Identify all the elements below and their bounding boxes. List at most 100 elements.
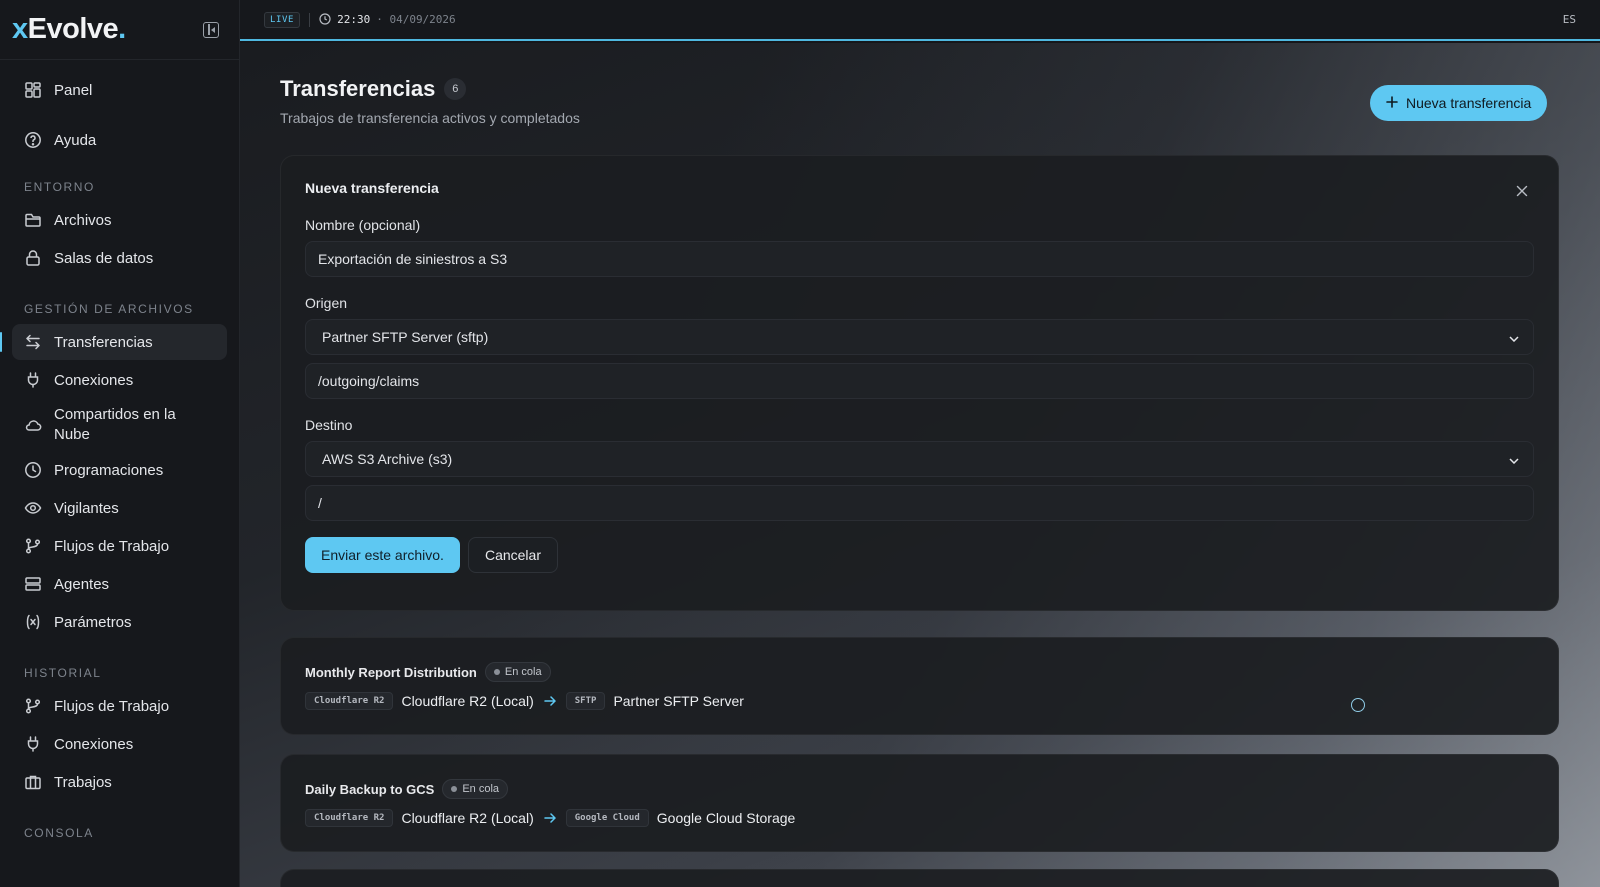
name-input-value: Exportación de siniestros a S3 <box>318 251 508 267</box>
sidebar-item-vigilantes[interactable]: Vigilantes <box>12 490 227 526</box>
chevron-down-icon <box>1509 329 1519 345</box>
sidebar-item-label: Compartidos en la Nube <box>54 406 176 443</box>
current-time: 22:30 <box>337 13 371 26</box>
current-date: · 04/09/2026 <box>376 13 456 26</box>
logo-dot: . <box>118 13 126 45</box>
sidebar-item-trabajos[interactable]: Trabajos <box>12 764 227 800</box>
destination-name: Partner SFTP Server <box>613 693 744 709</box>
sidebar-item-agentes[interactable]: Agentes <box>12 566 227 602</box>
sidebar-item-historial-conexiones[interactable]: Conexiones <box>12 726 227 762</box>
page-subtitle: Trabajos de transferencia activos y comp… <box>280 110 580 126</box>
destination-type-tag: SFTP <box>565 692 606 710</box>
divider <box>309 12 311 27</box>
origin-label: Origen <box>305 295 348 311</box>
logo[interactable]: xEvolve. <box>12 13 126 46</box>
live-badge: LIVE <box>264 11 301 28</box>
destination-select-value: AWS S3 Archive (s3) <box>322 451 453 467</box>
page-header: Transferencias 6 Trabajos de transferenc… <box>280 76 580 126</box>
transfer-route: Cloudflare R2 Cloudflare R2 (Local) SFTP… <box>305 692 1534 710</box>
loading-spinner-icon <box>1351 698 1365 712</box>
sidebar-item-transferencias[interactable]: Transferencias <box>0 324 227 360</box>
plug-icon <box>24 371 42 389</box>
sidebar-item-flujos[interactable]: Flujos de Trabajo <box>12 528 227 564</box>
sidebar-item-ayuda[interactable]: Ayuda <box>12 122 227 158</box>
transfer-card[interactable]: Daily Backup to GCS En cola Cloudflare R… <box>280 754 1559 852</box>
origin-path-input[interactable]: /outgoing/claims <box>305 363 1534 399</box>
destination-label: Destino <box>305 417 353 433</box>
sidebar-item-conexiones[interactable]: Conexiones <box>12 362 227 398</box>
sidebar-item-salas-de-datos[interactable]: Salas de datos <box>12 240 227 276</box>
name-input[interactable]: Exportación de siniestros a S3 <box>305 241 1534 277</box>
plug-icon <box>24 735 42 753</box>
transfer-route: Cloudflare R2 Cloudflare R2 (Local) Goog… <box>305 809 1534 827</box>
sidebar-item-label: Vigilantes <box>54 499 119 517</box>
section-label-historial: HISTORIAL <box>24 666 102 680</box>
language-switcher[interactable]: ES <box>1563 13 1576 26</box>
sidebar-item-label: Flujos de Trabajo <box>54 697 170 715</box>
status-text: En cola <box>504 666 542 678</box>
transfer-name: Daily Backup to GCS <box>305 781 435 797</box>
submit-button[interactable]: Enviar este archivo. <box>305 537 460 573</box>
sidebar-item-archivos[interactable]: Archivos <box>12 202 227 238</box>
destination-type-tag: Google Cloud <box>565 809 649 827</box>
section-label-consola: CONSOLA <box>24 826 94 840</box>
sidebar: xEvolve. Panel Ayuda ENTORNO Archivos Sa… <box>0 0 240 887</box>
sidebar-item-label: Archivos <box>54 211 112 229</box>
origin-select[interactable]: Partner SFTP Server (sftp) <box>305 319 1534 355</box>
source-name: Cloudflare R2 (Local) <box>401 810 534 826</box>
logo-name: Evolve <box>27 13 119 45</box>
branch-icon <box>24 697 42 715</box>
status-badge: En cola <box>442 779 509 799</box>
sidebar-item-panel[interactable]: Panel <box>12 72 227 108</box>
new-transfer-button[interactable]: Nueva transferencia <box>1370 85 1548 121</box>
close-icon[interactable] <box>1516 184 1528 202</box>
arrow-right-icon <box>544 813 556 823</box>
branch-icon <box>24 537 42 555</box>
sidebar-item-historial-flujos[interactable]: Flujos de Trabajo <box>12 688 227 724</box>
section-label-gestion: GESTIÓN DE ARCHIVOS <box>24 302 194 316</box>
cancel-button[interactable]: Cancelar <box>467 537 558 573</box>
swap-arrows-icon <box>24 333 42 351</box>
brand-header: xEvolve. <box>0 0 239 60</box>
sidebar-item-label: Programaciones <box>54 461 164 479</box>
sidebar-item-label: Parámetros <box>54 613 132 631</box>
collapse-sidebar-icon[interactable] <box>203 21 219 38</box>
source-type-tag: Cloudflare R2 <box>305 692 394 710</box>
sidebar-item-label: Panel <box>54 81 93 99</box>
sidebar-item-label: Flujos de Trabajo <box>54 537 170 555</box>
transfer-header: Monthly Report Distribution En cola <box>305 662 1534 682</box>
eye-icon <box>24 499 42 517</box>
sidebar-item-label: Salas de datos <box>54 249 154 267</box>
sidebar-item-parametros[interactable]: Parámetros <box>12 604 227 640</box>
logo-prefix: x <box>12 13 28 45</box>
transfer-name: Monthly Report Distribution <box>305 664 477 680</box>
transfer-card[interactable]: Monthly Report Distribution En cola Clou… <box>280 637 1559 735</box>
lock-icon <box>24 249 42 267</box>
source-type-tag: Cloudflare R2 <box>305 809 394 827</box>
variable-icon <box>24 613 42 631</box>
main-content: Transferencias 6 Trabajos de transferenc… <box>240 43 1600 887</box>
destination-select[interactable]: AWS S3 Archive (s3) <box>305 441 1534 477</box>
sidebar-item-compartidos[interactable]: Compartidos en la Nube <box>12 400 227 450</box>
form-title: Nueva transferencia <box>305 180 439 196</box>
transfer-header: Daily Backup to GCS En cola <box>305 779 1534 799</box>
destination-path-input[interactable]: / <box>305 485 1534 521</box>
briefcase-icon <box>24 773 42 791</box>
folder-icon <box>24 211 42 229</box>
sidebar-item-programaciones[interactable]: Programaciones <box>12 452 227 488</box>
help-circle-icon <box>24 131 42 149</box>
sidebar-nav: Panel Ayuda ENTORNO Archivos Salas de da… <box>0 60 239 846</box>
sidebar-item-label: Ayuda <box>54 131 97 149</box>
origin-path-value: /outgoing/claims <box>318 373 420 389</box>
sidebar-item-label: Agentes <box>54 575 110 593</box>
section-label-entorno: ENTORNO <box>24 180 95 194</box>
destination-name: Google Cloud Storage <box>656 810 796 826</box>
top-bar: LIVE 22:30 · 04/09/2026 ES <box>240 0 1600 41</box>
plus-icon <box>1386 95 1398 111</box>
chevron-down-icon <box>1509 451 1519 467</box>
sidebar-item-label: Conexiones <box>54 371 134 389</box>
form-actions: Enviar este archivo. Cancelar <box>305 537 1534 573</box>
arrow-right-icon <box>544 696 556 706</box>
source-name: Cloudflare R2 (Local) <box>401 693 534 709</box>
transfer-card[interactable] <box>280 869 1559 887</box>
